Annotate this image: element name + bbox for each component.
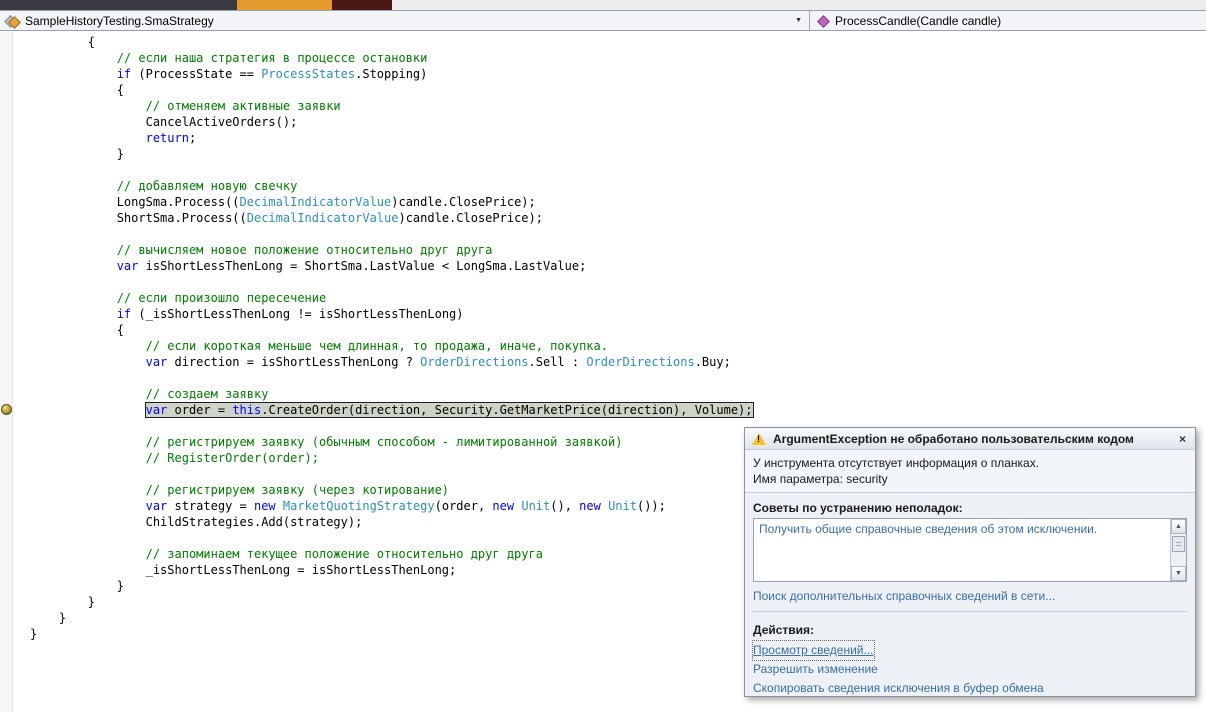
code-line: // добавляем новую свечку xyxy=(30,178,753,194)
exception-message: У инструмента отсутствует информация о п… xyxy=(745,450,1195,493)
breakpoint-icon[interactable] xyxy=(1,404,12,415)
code-line: // регистрируем заявку (через котировани… xyxy=(30,482,753,498)
close-icon[interactable]: × xyxy=(1177,433,1188,445)
code-line xyxy=(30,466,753,482)
code-line: // регистрируем заявку (обычным способом… xyxy=(30,434,753,450)
exception-title: ArgumentException не обработано пользова… xyxy=(773,432,1134,446)
action-link[interactable]: Скопировать сведения исключения в буфер … xyxy=(753,679,1044,698)
chevron-down-icon[interactable]: ▼ xyxy=(795,17,802,24)
current-statement-highlight: var order = this.CreateOrder(direction, … xyxy=(146,403,753,417)
tips-scrollbar[interactable]: ▲ ▼ xyxy=(1170,519,1186,581)
scroll-down-icon[interactable]: ▼ xyxy=(1171,566,1186,581)
code-line: ShortSma.Process((DecimalIndicatorValue)… xyxy=(30,210,753,226)
code-line: } xyxy=(30,626,753,642)
scroll-up-icon[interactable]: ▲ xyxy=(1171,519,1186,534)
code-line: } xyxy=(30,146,753,162)
tip-link[interactable]: Получить общие справочные сведения об эт… xyxy=(759,522,1164,537)
code-line: // отменяем активные заявки xyxy=(30,98,753,114)
code-line xyxy=(30,162,753,178)
members-dropdown-value: ProcessCandle(Candle candle) xyxy=(835,14,1001,28)
editor-navigation-bar: SampleHistoryTesting.SmaStrategy ▼ Proce… xyxy=(0,10,1206,31)
code-line: var order = this.CreateOrder(direction, … xyxy=(30,402,753,418)
actions-list: Просмотр сведений...Разрешить изменениеС… xyxy=(745,640,1195,702)
separator xyxy=(753,611,1187,612)
code-line: // если короткая меньше чем длинная, то … xyxy=(30,338,753,354)
top-strip-segment xyxy=(0,0,237,10)
code-line: _isShortLessThenLong = isShortLessThenLo… xyxy=(30,562,753,578)
code-line: // запоминаем текущее положение относите… xyxy=(30,546,753,562)
code-line xyxy=(30,274,753,290)
tips-header: Советы по устранению неполадок: xyxy=(745,493,1195,518)
online-search-link[interactable]: Поиск дополнительных справочных сведений… xyxy=(745,582,1195,608)
exception-assistant: ArgumentException не обработано пользова… xyxy=(744,427,1196,697)
vs-debug-window: SampleHistoryTesting.SmaStrategy ▼ Proce… xyxy=(0,0,1206,712)
code-line xyxy=(30,418,753,434)
window-top-strip xyxy=(0,0,1206,10)
code-line xyxy=(30,370,753,386)
code-line: { xyxy=(30,34,753,50)
code-lines[interactable]: { // если наша стратегия в процессе оста… xyxy=(14,34,753,642)
code-line: CancelActiveOrders(); xyxy=(30,114,753,130)
exception-assistant-header: ArgumentException не обработано пользова… xyxy=(745,428,1195,450)
code-line: var direction = isShortLessThenLong ? Or… xyxy=(30,354,753,370)
members-dropdown[interactable]: ProcessCandle(Candle candle) xyxy=(810,11,1206,30)
class-icon xyxy=(5,15,19,27)
code-line: // если произошло пересечение xyxy=(30,290,753,306)
tips-box: Получить общие справочные сведения об эт… xyxy=(753,518,1187,582)
active-tab-fragment[interactable] xyxy=(237,0,332,10)
code-line: return; xyxy=(30,130,753,146)
code-line: { xyxy=(30,322,753,338)
method-icon xyxy=(817,15,829,27)
code-line: { xyxy=(30,82,753,98)
code-line xyxy=(30,226,753,242)
types-dropdown-value: SampleHistoryTesting.SmaStrategy xyxy=(25,14,214,28)
action-link[interactable]: Просмотр сведений... xyxy=(753,641,874,660)
code-line: ChildStrategies.Add(strategy); xyxy=(30,514,753,530)
exception-message-line2: Имя параметра: security xyxy=(753,471,1187,487)
code-line: // если наша стратегия в процессе остано… xyxy=(30,50,753,66)
scrollbar-thumb[interactable] xyxy=(1172,536,1185,552)
action-link[interactable]: Разрешить изменение xyxy=(753,660,878,679)
code-line: } xyxy=(30,594,753,610)
actions-header: Действия: xyxy=(745,615,1195,640)
code-line: if (_isShortLessThenLong != isShortLessT… xyxy=(30,306,753,322)
code-line: LongSma.Process((DecimalIndicatorValue)c… xyxy=(30,194,753,210)
types-dropdown[interactable]: SampleHistoryTesting.SmaStrategy ▼ xyxy=(0,11,810,30)
code-line: } xyxy=(30,610,753,626)
exception-message-line1: У инструмента отсутствует информация о п… xyxy=(753,455,1187,471)
code-line: var isShortLessThenLong = ShortSma.LastV… xyxy=(30,258,753,274)
code-line: // вычисляем новое положение относительн… xyxy=(30,242,753,258)
warning-icon xyxy=(752,433,766,445)
code-line: // RegisterOrder(order); xyxy=(30,450,753,466)
top-strip-segment xyxy=(332,0,392,10)
code-line: } xyxy=(30,578,753,594)
code-line: // создаем заявку xyxy=(30,386,753,402)
code-line: if (ProcessState == ProcessStates.Stoppi… xyxy=(30,66,753,82)
code-line xyxy=(30,530,753,546)
tips-list: Получить общие справочные сведения об эт… xyxy=(754,519,1169,540)
breakpoint-gutter[interactable] xyxy=(0,32,13,712)
code-line: var strategy = new MarketQuotingStrategy… xyxy=(30,498,753,514)
